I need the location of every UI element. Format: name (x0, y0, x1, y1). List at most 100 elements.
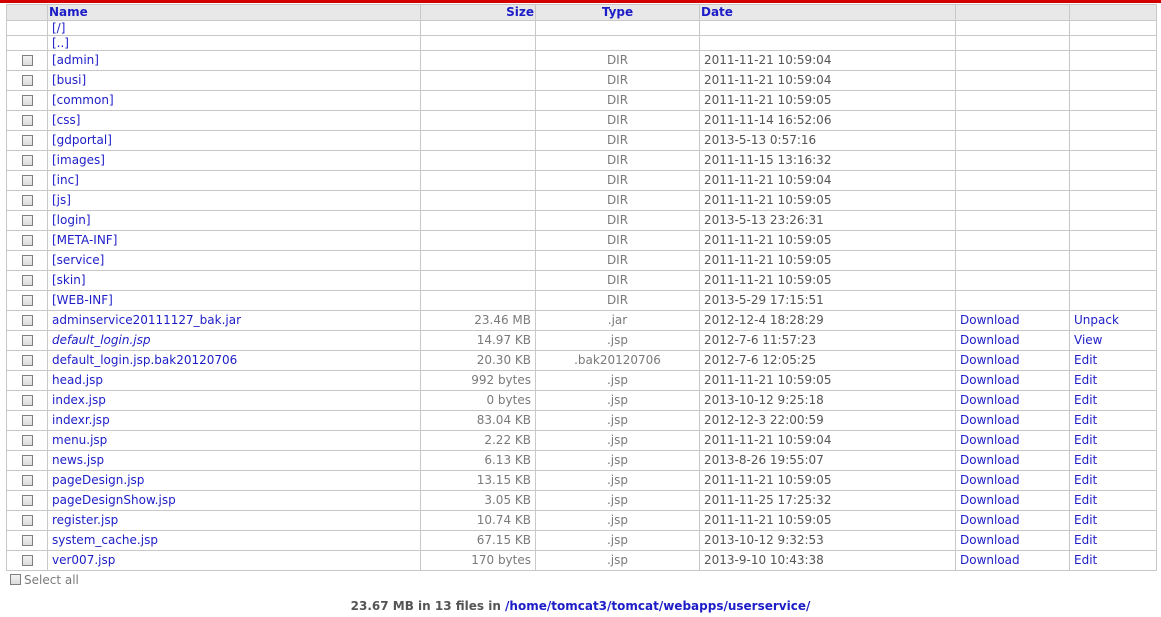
row-checkbox[interactable] (21, 55, 33, 66)
file-name-link[interactable]: pageDesign.jsp (52, 473, 144, 487)
file-action-link[interactable]: View (1074, 333, 1102, 347)
column-header-type[interactable]: Type (535, 4, 700, 21)
file-name-link[interactable]: [admin] (52, 53, 99, 67)
download-link[interactable]: Download (960, 313, 1020, 327)
download-link[interactable]: Download (960, 473, 1020, 487)
file-action-link[interactable]: Edit (1074, 493, 1097, 507)
file-name-link[interactable]: indexr.jsp (52, 413, 110, 427)
file-name-link[interactable]: [js] (52, 193, 71, 207)
file-date: 2013-8-26 19:55:07 (699, 450, 956, 471)
file-type: DIR (535, 170, 700, 191)
file-action-link[interactable]: Edit (1074, 373, 1097, 387)
column-header-name[interactable]: Name (47, 4, 421, 21)
file-name-link[interactable]: index.jsp (52, 393, 106, 407)
row-checkbox[interactable] (21, 195, 33, 206)
row-checkbox[interactable] (21, 415, 33, 426)
file-name-link[interactable]: register.jsp (52, 513, 118, 527)
file-action-link[interactable]: Edit (1074, 413, 1097, 427)
file-type: DIR (535, 90, 700, 111)
file-name-link[interactable]: [css] (52, 113, 80, 127)
row-checkbox[interactable] (21, 95, 33, 106)
select-all-checkbox[interactable] (10, 574, 21, 585)
row-checkbox[interactable] (21, 535, 33, 546)
footer-path-link[interactable]: /home/tomcat3/tomcat/webapps/userservice… (505, 599, 810, 613)
download-link[interactable]: Download (960, 413, 1020, 427)
row-checkbox[interactable] (21, 115, 33, 126)
row-checkbox[interactable] (21, 135, 33, 146)
file-name-link[interactable]: [skin] (52, 273, 86, 287)
file-action-link[interactable]: Edit (1074, 513, 1097, 527)
file-name-link[interactable]: [inc] (52, 173, 79, 187)
file-name-link[interactable]: default_login.jsp.bak20120706 (52, 353, 237, 367)
file-name-link[interactable]: news.jsp (52, 453, 104, 467)
row-checkbox[interactable] (21, 515, 33, 526)
table-row: pageDesignShow.jsp 3.05 KB .jsp 2011-11-25 … (6, 490, 1157, 511)
row-checkbox[interactable] (21, 355, 33, 366)
table-row: [admin] DIR 2011-11-21 10:59:04 (6, 50, 1157, 71)
row-checkbox[interactable] (21, 555, 33, 566)
file-name-link[interactable]: adminservice20111127_bak.jar (52, 313, 241, 327)
row-checkbox[interactable] (21, 215, 33, 226)
file-action-link[interactable]: Edit (1074, 453, 1097, 467)
row-checkbox[interactable] (21, 315, 33, 326)
file-action-link[interactable]: Edit (1074, 433, 1097, 447)
row-checkbox[interactable] (21, 155, 33, 166)
row-checkbox[interactable] (21, 435, 33, 446)
parent-dir-link[interactable]: [..] (52, 37, 69, 50)
file-size (420, 230, 536, 251)
download-link[interactable]: Download (960, 553, 1020, 567)
download-link[interactable]: Download (960, 453, 1020, 467)
column-header-size[interactable]: Size (420, 4, 536, 21)
file-action-link[interactable]: Edit (1074, 533, 1097, 547)
file-size: 13.15 KB (420, 470, 536, 491)
download-link[interactable]: Download (960, 513, 1020, 527)
select-all-control[interactable]: Select all (10, 573, 79, 587)
file-size: 10.74 KB (420, 510, 536, 531)
row-checkbox[interactable] (21, 375, 33, 386)
file-size (420, 50, 536, 71)
download-link[interactable]: Download (960, 353, 1020, 367)
row-checkbox[interactable] (21, 335, 33, 346)
row-checkbox[interactable] (21, 175, 33, 186)
file-name-link[interactable]: menu.jsp (52, 433, 107, 447)
file-name-link[interactable]: [META-INF] (52, 233, 117, 247)
row-checkbox[interactable] (21, 295, 33, 306)
file-type: .jsp (535, 390, 700, 411)
file-action-link[interactable]: Edit (1074, 553, 1097, 567)
file-action-link[interactable]: Edit (1074, 393, 1097, 407)
row-checkbox[interactable] (21, 475, 33, 486)
file-type: .jsp (535, 490, 700, 511)
file-name-link[interactable]: [images] (52, 153, 105, 167)
row-checkbox[interactable] (21, 255, 33, 266)
file-name-link[interactable]: system_cache.jsp (52, 533, 158, 547)
download-link[interactable]: Download (960, 393, 1020, 407)
row-checkbox[interactable] (21, 455, 33, 466)
root-dir-link[interactable]: [/] (52, 22, 65, 35)
file-name-link[interactable]: ver007.jsp (52, 553, 115, 567)
column-header-date[interactable]: Date (699, 4, 956, 21)
file-name-link[interactable]: [WEB-INF] (52, 293, 113, 307)
file-name-link[interactable]: [login] (52, 213, 91, 227)
file-name-link[interactable]: head.jsp (52, 373, 103, 387)
download-link[interactable]: Download (960, 533, 1020, 547)
file-action-link[interactable]: Edit (1074, 353, 1097, 367)
file-name-link[interactable]: [busi] (52, 73, 86, 87)
row-checkbox[interactable] (21, 395, 33, 406)
download-link[interactable]: Download (960, 433, 1020, 447)
download-link[interactable]: Download (960, 373, 1020, 387)
row-checkbox[interactable] (21, 495, 33, 506)
file-name-link[interactable]: [common] (52, 93, 114, 107)
file-name-link[interactable]: pageDesignShow.jsp (52, 493, 176, 507)
file-action-link[interactable]: Edit (1074, 473, 1097, 487)
row-checkbox[interactable] (21, 235, 33, 246)
file-size (420, 270, 536, 291)
file-name-link[interactable]: [service] (52, 253, 104, 267)
download-link[interactable]: Download (960, 493, 1020, 507)
table-row: [gdportal] DIR 2013-5-13 0:57:16 (6, 130, 1157, 151)
file-name-link[interactable]: default_login.jsp (52, 333, 150, 347)
download-link[interactable]: Download (960, 333, 1020, 347)
row-checkbox[interactable] (21, 275, 33, 286)
file-name-link[interactable]: [gdportal] (52, 133, 112, 147)
row-checkbox[interactable] (21, 75, 33, 86)
file-action-link[interactable]: Unpack (1074, 313, 1119, 327)
